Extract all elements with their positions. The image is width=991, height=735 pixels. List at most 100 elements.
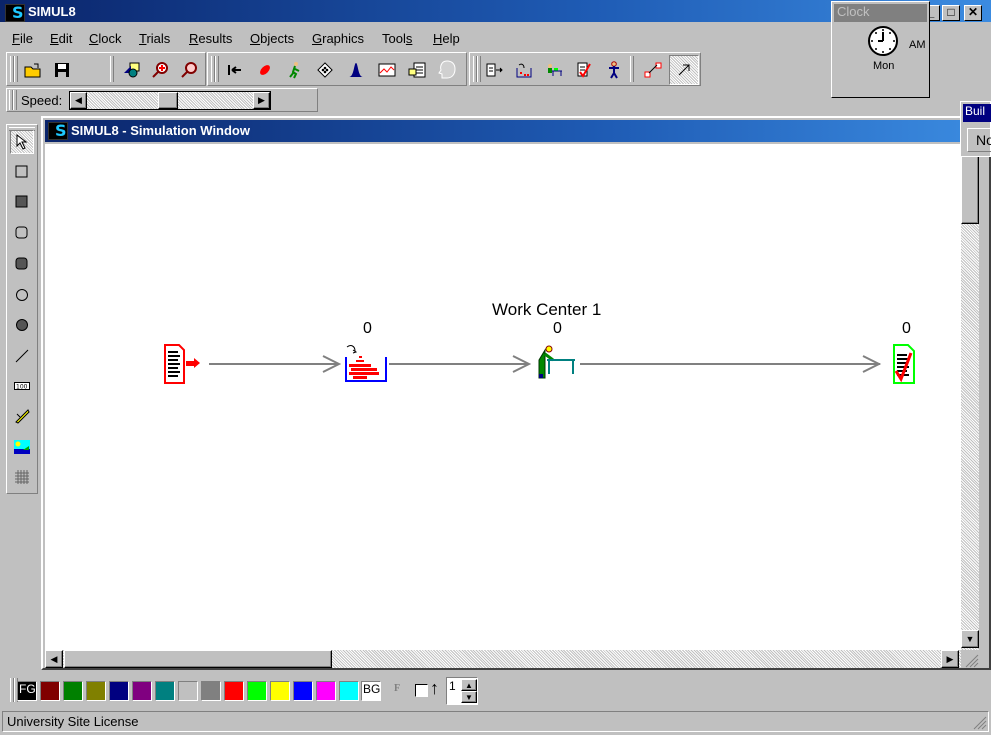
ellipse-tool-icon[interactable] xyxy=(10,283,34,307)
grid-tool-icon[interactable] xyxy=(10,465,34,489)
build-panel-button[interactable]: No xyxy=(967,128,991,152)
color-swatch[interactable] xyxy=(201,681,221,701)
color-swatch[interactable] xyxy=(316,681,336,701)
rounded-rectangle-tool-icon[interactable] xyxy=(10,221,34,245)
work-center-icon[interactable] xyxy=(541,57,567,83)
speed-toolbar: Speed: ◀ ▶ xyxy=(6,88,318,112)
zoom-in-icon[interactable] xyxy=(147,57,173,83)
menu-clock[interactable]: Clock xyxy=(89,31,122,46)
scroll-down-button[interactable]: ▼ xyxy=(961,630,979,648)
route-entry-to-storage[interactable] xyxy=(209,363,339,365)
zoom-out-icon[interactable] xyxy=(176,57,202,83)
arrow-pointer-icon[interactable] xyxy=(669,55,699,85)
report-icon[interactable] xyxy=(404,57,430,83)
font-button[interactable]: F xyxy=(394,683,400,694)
run-icon[interactable] xyxy=(282,57,308,83)
line-width-arrow-icon: ↑ xyxy=(430,678,439,698)
speed-slider[interactable]: ◀ ▶ xyxy=(69,91,271,110)
resize-grip-icon[interactable] xyxy=(961,650,979,668)
simulation-canvas[interactable]: 0 Work Center 1 0 0 xyxy=(45,144,961,650)
color-swatch[interactable] xyxy=(247,681,267,701)
simulation-window-title-bar[interactable]: S SIMUL8 - Simulation Window xyxy=(45,120,985,142)
pencil-tool-icon[interactable] xyxy=(10,404,34,428)
foreground-color-swatch[interactable]: FG xyxy=(17,681,37,701)
filled-rounded-rectangle-tool-icon[interactable] xyxy=(10,252,34,276)
route-link-icon[interactable] xyxy=(640,57,666,83)
line-width-spinner[interactable]: 1 ▲ ▼ xyxy=(446,677,478,705)
work-center-icon[interactable] xyxy=(535,344,577,383)
background-color-swatch[interactable]: BG xyxy=(361,681,381,701)
storage-area-icon[interactable] xyxy=(339,343,389,386)
color-swatch[interactable] xyxy=(270,681,290,701)
color-palette: FG BG F ↑ 1 ▲ ▼ xyxy=(10,676,490,706)
storage-bin-icon[interactable] xyxy=(511,57,537,83)
color-swatch[interactable] xyxy=(178,681,198,701)
menu-bar: File Edit Clock Trials Results Objects G… xyxy=(0,28,830,50)
color-swatch[interactable] xyxy=(155,681,175,701)
menu-objects[interactable]: Objects xyxy=(250,31,294,46)
speed-decrease-button[interactable]: ◀ xyxy=(70,92,87,109)
pointer-tool-icon[interactable] xyxy=(10,130,34,154)
menu-trials[interactable]: Trials xyxy=(139,31,170,46)
rectangle-tool-icon[interactable] xyxy=(10,160,34,184)
resize-grip-icon[interactable] xyxy=(971,714,987,730)
route-work-center-to-exit[interactable] xyxy=(580,363,880,365)
vertical-scrollbar[interactable]: ▼ xyxy=(961,144,979,650)
scroll-right-button[interactable]: ▶ xyxy=(941,650,959,668)
menu-results[interactable]: Results xyxy=(189,31,232,46)
color-swatch[interactable] xyxy=(109,681,129,701)
menu-edit[interactable]: Edit xyxy=(50,31,72,46)
route-storage-to-work-center[interactable] xyxy=(389,363,529,365)
speed-slider-thumb[interactable] xyxy=(158,92,178,109)
work-exit-point-icon[interactable] xyxy=(893,344,917,387)
color-swatch[interactable] xyxy=(40,681,60,701)
visual-logic-icon[interactable] xyxy=(434,57,460,83)
distribution-icon[interactable] xyxy=(343,57,369,83)
status-bar: University Site License xyxy=(2,711,989,732)
status-text: University Site License xyxy=(7,714,139,729)
save-icon[interactable] xyxy=(49,57,75,83)
toolbar-grip xyxy=(14,56,18,82)
close-button[interactable]: ✕ xyxy=(964,5,982,21)
open-folder-icon[interactable] xyxy=(20,57,46,83)
menu-tools[interactable]: Tools xyxy=(382,31,412,46)
color-swatch[interactable] xyxy=(224,681,244,701)
toolbar-separator xyxy=(110,56,114,82)
step-icon[interactable] xyxy=(252,57,278,83)
scroll-left-button[interactable]: ◀ xyxy=(45,650,63,668)
filled-ellipse-tool-icon[interactable] xyxy=(10,313,34,337)
spinner-up-button[interactable]: ▲ xyxy=(461,679,477,691)
reset-icon[interactable] xyxy=(222,57,248,83)
work-entry-point-icon[interactable] xyxy=(482,57,508,83)
graph-icon[interactable] xyxy=(374,57,400,83)
spinner-down-button[interactable]: ▼ xyxy=(461,691,477,703)
image-tool-icon[interactable] xyxy=(10,435,34,459)
color-swatch[interactable] xyxy=(293,681,313,701)
filled-rectangle-tool-icon[interactable] xyxy=(10,190,34,214)
menu-help[interactable]: Help xyxy=(433,31,460,46)
color-swatch[interactable] xyxy=(132,681,152,701)
simul8-logo-icon: S xyxy=(5,3,25,22)
work-entry-point-icon[interactable] xyxy=(164,344,204,387)
dice-icon[interactable] xyxy=(312,57,338,83)
route-arrowhead-icon xyxy=(862,355,882,373)
toolbar-separator xyxy=(630,56,634,82)
maximize-button[interactable]: □ xyxy=(942,5,960,21)
color-swatch[interactable] xyxy=(63,681,83,701)
line-tool-icon[interactable] xyxy=(10,344,34,368)
color-swatch[interactable] xyxy=(339,681,359,701)
speed-increase-button[interactable]: ▶ xyxy=(253,92,270,109)
work-exit-point-icon[interactable] xyxy=(571,57,597,83)
horizontal-scrollbar[interactable]: ◀ ▶ xyxy=(45,650,961,668)
resource-icon[interactable] xyxy=(601,57,627,83)
shapes-icon[interactable] xyxy=(119,57,145,83)
counter-tool-icon[interactable]: 100 xyxy=(10,374,34,398)
menu-graphics[interactable]: Graphics xyxy=(312,31,364,46)
clock-title: Clock xyxy=(834,4,927,22)
transparent-checkbox[interactable] xyxy=(415,684,428,697)
toolbar-run xyxy=(207,52,467,86)
menu-file[interactable]: File xyxy=(12,31,33,46)
route-arrowhead-icon xyxy=(512,355,532,373)
horizontal-scroll-thumb[interactable] xyxy=(64,650,332,668)
color-swatch[interactable] xyxy=(86,681,106,701)
